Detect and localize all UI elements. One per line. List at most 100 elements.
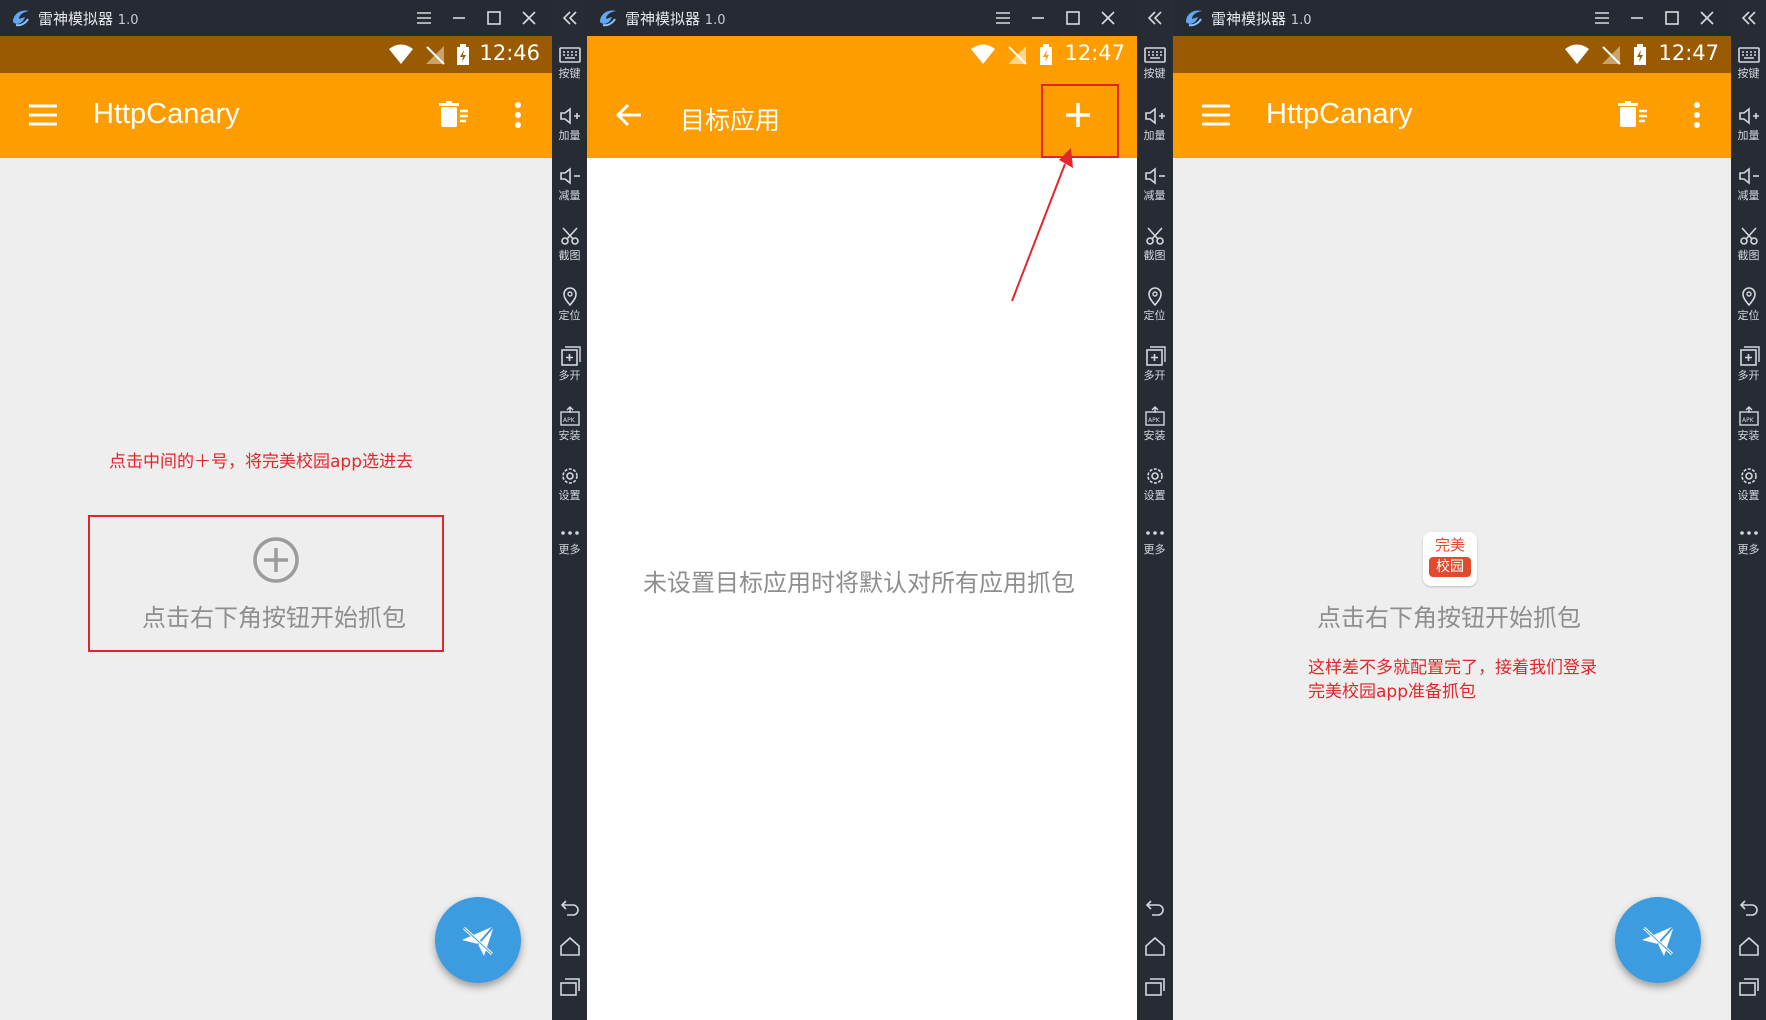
start-capture-fab[interactable] [435, 897, 521, 983]
maximize-icon[interactable] [1061, 6, 1085, 30]
sidebar-item-volume-up[interactable]: 加量 [1137, 106, 1172, 143]
sidebar-item-location[interactable]: 定位 [1731, 286, 1766, 323]
paper-plane-icon [1642, 925, 1675, 956]
empty-hint: 点击右下角按钮开始抓包 [1317, 604, 1581, 632]
scissors-icon [1145, 227, 1164, 245]
menu-icon[interactable] [991, 6, 1015, 30]
sidebar-item-keys[interactable]: 按键 [552, 46, 587, 81]
collapse-icon[interactable] [1739, 8, 1759, 28]
add-circle-icon[interactable] [252, 536, 300, 584]
minimize-icon[interactable] [447, 6, 471, 30]
hamburger-menu-icon[interactable] [28, 103, 58, 127]
svg-text:APK: APK [1742, 417, 1755, 424]
clear-delete-icon[interactable] [438, 101, 470, 129]
maximize-icon[interactable] [1660, 6, 1684, 30]
sidebar-item-screenshot[interactable]: 截图 [552, 226, 587, 263]
paper-plane-icon [462, 925, 495, 956]
sidebar-item-more[interactable]: 更多 [1731, 526, 1766, 557]
android-status-bar: 12:47 [1173, 36, 1731, 73]
minimize-icon[interactable] [1026, 6, 1050, 30]
battery-icon [1040, 44, 1052, 65]
emulator-window-2: 雷神模拟器 1.0 12:47 目标应用 未设置目标应用时将默认对所有应用抓包 … [587, 0, 1172, 1020]
sidebar-item-multi-open[interactable]: 多开 [552, 346, 587, 383]
recents-nav-icon[interactable] [558, 975, 582, 999]
settings-icon [1146, 468, 1163, 484]
keyboard-icon [1143, 47, 1166, 63]
keyboard-icon [1737, 47, 1760, 63]
battery-icon [1634, 44, 1646, 65]
wifi-icon [389, 44, 413, 64]
apk-install-icon: APK [1144, 406, 1165, 426]
sidebar-item-screenshot[interactable]: 截图 [1137, 226, 1172, 263]
close-icon[interactable] [1096, 6, 1120, 30]
minimize-icon[interactable] [1625, 6, 1649, 30]
sidebar-item-multi-open[interactable]: 多开 [1731, 346, 1766, 383]
target-empty-hint: 未设置目标应用时将默认对所有应用抓包 [643, 569, 1075, 597]
sidebar-item-install[interactable]: APK 安装 [552, 406, 587, 443]
back-nav-icon[interactable] [1143, 895, 1167, 919]
sidebar-item-volume-up[interactable]: 加量 [552, 106, 587, 143]
apk-install-icon: APK [1738, 406, 1759, 426]
sidebar-item-install[interactable]: APK 安装 [1731, 406, 1766, 443]
wifi-icon [1565, 44, 1589, 64]
sidebar-item-location[interactable]: 定位 [552, 286, 587, 323]
window-titlebar: 雷神模拟器 1.0 [1173, 0, 1731, 36]
recents-nav-icon[interactable] [1143, 975, 1167, 999]
svg-text:APK: APK [1148, 417, 1161, 424]
collapse-icon[interactable] [560, 8, 580, 28]
location-icon [1741, 287, 1756, 306]
home-nav-icon[interactable] [558, 935, 582, 959]
sidebar-item-more[interactable]: 更多 [552, 526, 587, 557]
emulator-side-toolbar: 按键 加量 减量 截图 定位 多开 APK 安装 设置 更多 [1731, 0, 1766, 1020]
sidebar-item-keys[interactable]: 按键 [1137, 46, 1172, 81]
sidebar-item-settings[interactable]: 设置 [1731, 466, 1766, 503]
volume-down-icon [1144, 167, 1165, 185]
app-toolbar: HttpCanary [0, 73, 552, 158]
sidebar-item-settings[interactable]: 设置 [552, 466, 587, 503]
clear-delete-icon[interactable] [1617, 101, 1649, 129]
collapse-icon[interactable] [1145, 8, 1165, 28]
more-icon [560, 531, 579, 535]
menu-icon[interactable] [412, 6, 436, 30]
main-content: 完美 校园 点击右下角按钮开始抓包 这样差不多就配置完了，接着我们登录 完美校园… [1173, 158, 1731, 1020]
close-icon[interactable] [1695, 6, 1719, 30]
no-signal-icon [426, 46, 445, 65]
empty-hint: 点击右下角按钮开始抓包 [142, 604, 406, 632]
back-nav-icon[interactable] [558, 895, 582, 919]
home-nav-icon[interactable] [1143, 935, 1167, 959]
sidebar-item-settings[interactable]: 设置 [1137, 466, 1172, 503]
hamburger-menu-icon[interactable] [1201, 103, 1231, 127]
clock: 12:47 [1064, 41, 1125, 65]
main-content: 点击中间的＋号，将完美校园app选进去 点击右下角按钮开始抓包 [0, 158, 552, 1020]
close-icon[interactable] [517, 6, 541, 30]
menu-icon[interactable] [1590, 6, 1614, 30]
recents-nav-icon[interactable] [1737, 975, 1761, 999]
more-vert-icon[interactable] [1693, 101, 1701, 129]
selected-app-icon[interactable]: 完美 校园 [1423, 532, 1477, 586]
more-vert-icon[interactable] [514, 101, 522, 129]
window-title: 雷神模拟器 1.0 [625, 10, 726, 28]
multi-open-icon [560, 346, 581, 366]
sidebar-item-volume-down[interactable]: 减量 [1731, 166, 1766, 203]
start-capture-fab[interactable] [1615, 897, 1701, 983]
sidebar-item-volume-up[interactable]: 加量 [1731, 106, 1766, 143]
emulator-side-toolbar: 按键 加量 减量 截图 定位 多开 APK 安装 设置 更多 [552, 0, 587, 1020]
android-status-bar: 12:47 [587, 36, 1137, 73]
sidebar-item-location[interactable]: 定位 [1137, 286, 1172, 323]
sidebar-item-volume-down[interactable]: 减量 [552, 166, 587, 203]
home-nav-icon[interactable] [1737, 935, 1761, 959]
back-arrow-icon[interactable] [615, 101, 643, 129]
clock: 12:46 [479, 41, 540, 65]
sidebar-item-screenshot[interactable]: 截图 [1731, 226, 1766, 263]
volume-up-icon [559, 107, 580, 125]
back-nav-icon[interactable] [1737, 895, 1761, 919]
settings-icon [1740, 468, 1757, 484]
sidebar-item-more[interactable]: 更多 [1137, 526, 1172, 557]
annotation-arrow [1011, 148, 1073, 302]
sidebar-item-multi-open[interactable]: 多开 [1137, 346, 1172, 383]
sidebar-item-keys[interactable]: 按键 [1731, 46, 1766, 81]
sidebar-item-install[interactable]: APK 安装 [1137, 406, 1172, 443]
svg-text:APK: APK [563, 417, 576, 424]
sidebar-item-volume-down[interactable]: 减量 [1137, 166, 1172, 203]
maximize-icon[interactable] [482, 6, 506, 30]
